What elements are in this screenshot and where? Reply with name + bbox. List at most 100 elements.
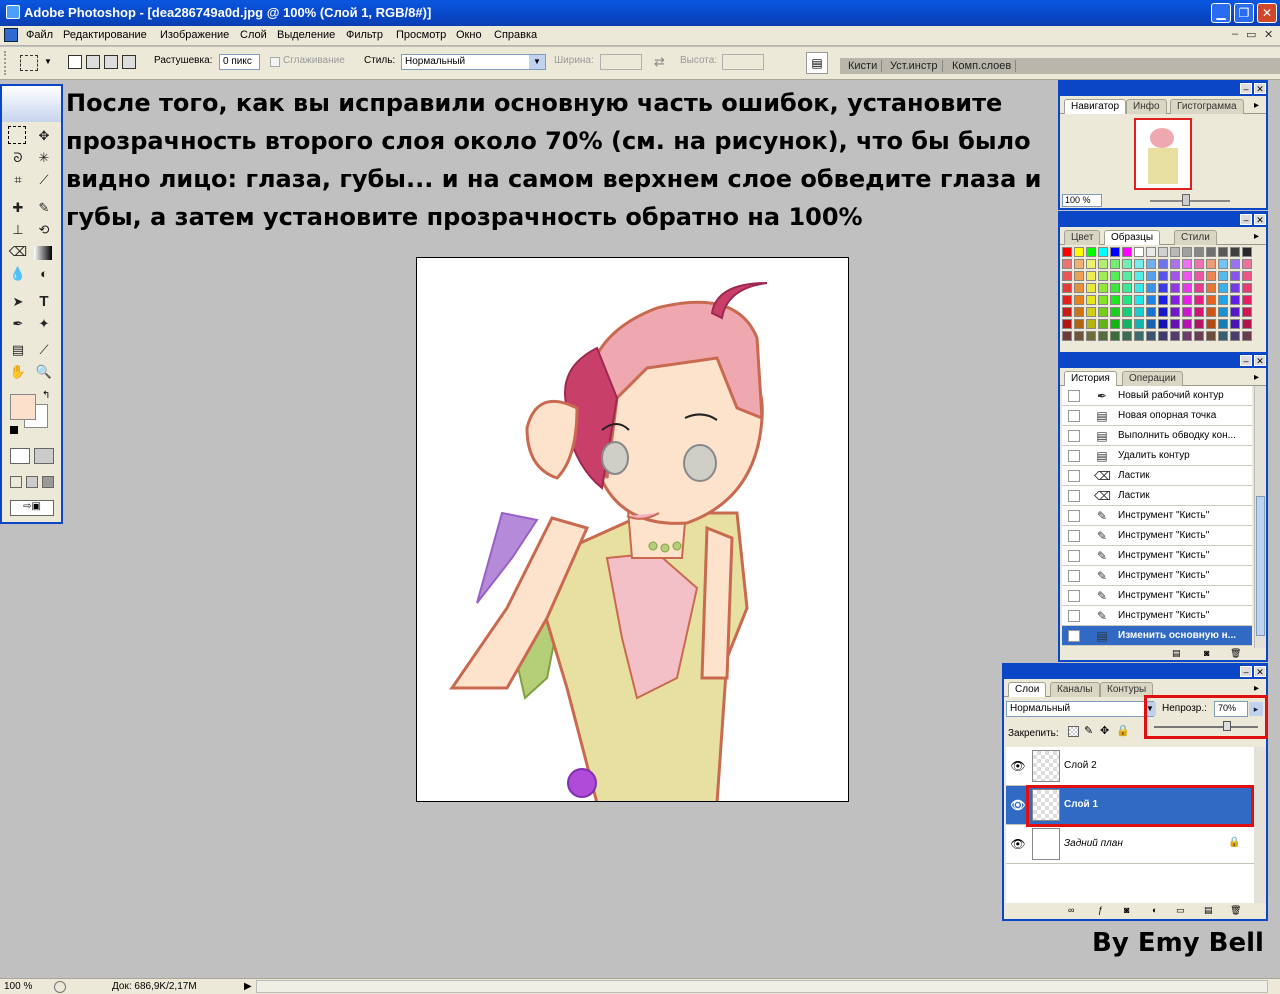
magic-wand-icon[interactable]: ✳: [34, 148, 54, 168]
height-input[interactable]: [722, 54, 764, 70]
color-swatch[interactable]: [1122, 319, 1132, 329]
color-swatch[interactable]: [1098, 331, 1108, 341]
color-swatch[interactable]: [1242, 331, 1252, 341]
color-swatch[interactable]: [1194, 259, 1204, 269]
color-swatch[interactable]: [1218, 271, 1228, 281]
color-swatch[interactable]: [1194, 247, 1204, 257]
type-icon[interactable]: T: [34, 292, 54, 312]
color-swatch[interactable]: [1182, 259, 1192, 269]
palette-well-tab[interactable]: Кисти: [844, 60, 883, 72]
link-icon[interactable]: ∞: [1068, 905, 1074, 915]
layer-row[interactable]: 👁 Слой 2: [1006, 747, 1254, 786]
history-item[interactable]: ▤ Изменить основную н...: [1062, 626, 1252, 646]
color-swatch[interactable]: [1110, 283, 1120, 293]
tab-swatches[interactable]: Образцы: [1104, 230, 1161, 245]
color-swatch[interactable]: [1230, 295, 1240, 305]
history-item[interactable]: ✎ Инструмент "Кисть": [1062, 566, 1252, 586]
color-swatch[interactable]: [1146, 331, 1156, 341]
screen-mode-icon[interactable]: [10, 476, 22, 488]
slice-icon[interactable]: ⟋: [34, 170, 54, 190]
maximize-button[interactable]: ❐: [1234, 3, 1254, 23]
color-swatch[interactable]: [1110, 247, 1120, 257]
color-swatch[interactable]: [1206, 259, 1216, 269]
minimize-icon[interactable]: –: [1240, 355, 1252, 366]
color-swatch[interactable]: [1194, 307, 1204, 317]
color-swatch[interactable]: [1110, 331, 1120, 341]
menu-layer[interactable]: Слой: [238, 28, 269, 42]
tab-histogram[interactable]: Гистограмма: [1170, 99, 1244, 114]
color-swatch[interactable]: [1062, 247, 1072, 257]
history-source-checkbox[interactable]: [1068, 390, 1080, 402]
color-swatch[interactable]: [1218, 283, 1228, 293]
custom-shape-icon[interactable]: ✦: [34, 314, 54, 334]
color-swatch[interactable]: [1194, 319, 1204, 329]
color-swatch[interactable]: [1206, 307, 1216, 317]
color-swatch[interactable]: [1218, 247, 1228, 257]
color-swatch[interactable]: [1086, 247, 1096, 257]
marquee-preset-icon[interactable]: [20, 55, 38, 71]
zoom-icon[interactable]: 🔍: [34, 362, 54, 382]
color-swatch[interactable]: [1242, 319, 1252, 329]
new-layer-icon[interactable]: ▤: [1204, 905, 1213, 916]
color-swatch[interactable]: [1170, 283, 1180, 293]
lasso-icon[interactable]: ᘐ: [8, 148, 28, 168]
history-item[interactable]: ▤ Удалить контур: [1062, 446, 1252, 466]
document-canvas[interactable]: [416, 257, 849, 802]
chevron-down-icon[interactable]: ▼: [44, 57, 52, 66]
style-select[interactable]: Нормальный: [401, 54, 546, 70]
history-source-checkbox[interactable]: [1068, 470, 1080, 482]
panel-menu-icon[interactable]: ▸: [1254, 683, 1259, 694]
standard-mode-icon[interactable]: [10, 448, 30, 464]
history-source-checkbox[interactable]: [1068, 610, 1080, 622]
color-swatch[interactable]: [1098, 295, 1108, 305]
color-swatch[interactable]: [1158, 271, 1168, 281]
history-item[interactable]: ⌫ Ластик: [1062, 466, 1252, 486]
history-item[interactable]: ▤ Выполнить обводку кон...: [1062, 426, 1252, 446]
tab-navigator[interactable]: Навигатор: [1064, 99, 1127, 114]
eye-icon[interactable]: 👁: [1010, 798, 1026, 812]
panel-menu-icon[interactable]: ▸: [1254, 100, 1259, 111]
status-menu-icon[interactable]: ▶: [244, 981, 252, 992]
menu-help[interactable]: Справка: [492, 28, 539, 42]
color-swatch[interactable]: [1158, 331, 1168, 341]
color-swatch[interactable]: [1182, 307, 1192, 317]
color-swatch[interactable]: [1122, 247, 1132, 257]
color-swatch[interactable]: [1110, 259, 1120, 269]
tab-layers[interactable]: Слои: [1008, 682, 1047, 697]
color-swatch[interactable]: [1242, 283, 1252, 293]
color-swatch[interactable]: [1146, 307, 1156, 317]
color-swatch[interactable]: [1134, 319, 1144, 329]
color-swatch[interactable]: [1206, 283, 1216, 293]
color-swatch[interactable]: [1062, 283, 1072, 293]
color-swatch[interactable]: [1146, 259, 1156, 269]
color-swatch[interactable]: [1074, 295, 1084, 305]
color-swatch[interactable]: [1194, 271, 1204, 281]
color-swatch[interactable]: [1062, 307, 1072, 317]
tab-channels[interactable]: Каналы: [1050, 682, 1100, 697]
color-swatch[interactable]: [1206, 271, 1216, 281]
color-swatch[interactable]: [1158, 247, 1168, 257]
close-icon[interactable]: ✕: [1254, 83, 1266, 94]
color-swatch[interactable]: [1182, 331, 1192, 341]
layers-scrollbar[interactable]: [1254, 747, 1266, 903]
close-icon[interactable]: ✕: [1254, 214, 1266, 225]
color-swatch[interactable]: [1146, 283, 1156, 293]
history-source-checkbox[interactable]: [1068, 570, 1080, 582]
color-swatch[interactable]: [1062, 271, 1072, 281]
color-swatch[interactable]: [1086, 307, 1096, 317]
color-swatch[interactable]: [1134, 247, 1144, 257]
palette-well-tab[interactable]: Уст.инстр: [886, 60, 943, 72]
width-input[interactable]: [600, 54, 642, 70]
lock-pixels-icon[interactable]: ✎: [1084, 724, 1093, 737]
color-swatch[interactable]: [1086, 331, 1096, 341]
navigator-zoom-slider[interactable]: [1150, 200, 1230, 202]
color-swatch[interactable]: [1170, 319, 1180, 329]
color-swatch[interactable]: [1074, 283, 1084, 293]
color-swatch[interactable]: [1218, 307, 1228, 317]
color-swatch[interactable]: [1122, 271, 1132, 281]
color-swatch[interactable]: [1122, 331, 1132, 341]
lock-transparency-icon[interactable]: [1068, 726, 1079, 737]
color-swatch[interactable]: [1230, 247, 1240, 257]
color-swatch[interactable]: [1230, 271, 1240, 281]
color-swatch[interactable]: [1098, 283, 1108, 293]
